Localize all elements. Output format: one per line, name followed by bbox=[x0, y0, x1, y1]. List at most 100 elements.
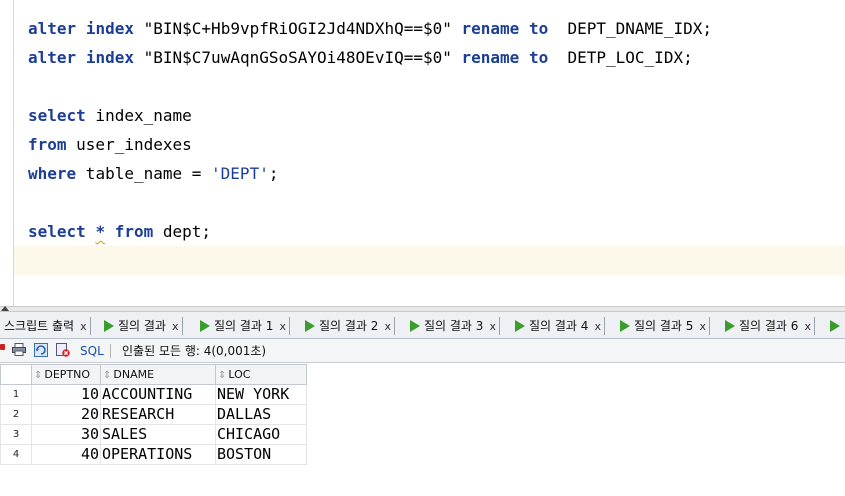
tab-separator bbox=[813, 317, 815, 335]
toolbar-separator bbox=[110, 344, 111, 358]
pin-icon[interactable] bbox=[0, 344, 5, 350]
cell-deptno[interactable]: 20 bbox=[31, 404, 101, 425]
close-icon[interactable]: x bbox=[279, 320, 286, 333]
grid-corner bbox=[0, 364, 32, 385]
play-icon bbox=[620, 319, 630, 332]
target-name: DETP_LOC_IDX; bbox=[567, 48, 693, 67]
keyword: rename bbox=[461, 19, 520, 38]
table-row[interactable]: 1 10 ACCOUNTING NEW YORK bbox=[0, 384, 307, 405]
sql-button[interactable]: SQL bbox=[80, 342, 104, 360]
code-text: index_name bbox=[85, 106, 192, 125]
cell-loc[interactable]: DALLAS bbox=[215, 404, 307, 425]
tab-query-result-2[interactable]: 질의 결과 2 x bbox=[305, 314, 395, 338]
cell-loc[interactable]: BOSTON bbox=[215, 444, 307, 465]
table-row[interactable]: 3 30 SALES CHICAGO bbox=[0, 424, 307, 445]
export-icon[interactable] bbox=[56, 343, 70, 357]
string-literal: 'DEPT' bbox=[211, 164, 269, 183]
column-header-dname[interactable]: ⇕ DNAME bbox=[100, 364, 216, 385]
print-icon[interactable] bbox=[12, 343, 26, 356]
cell-deptno[interactable]: 10 bbox=[31, 384, 101, 405]
tab-separator bbox=[498, 317, 500, 335]
code-line-alter-2[interactable]: alter index "BIN$C7uwAqnGSoSAYOi48OEvIQ=… bbox=[28, 46, 693, 70]
table-row[interactable]: 2 20 RESEARCH DALLAS bbox=[0, 404, 307, 425]
play-icon bbox=[830, 319, 840, 332]
cell-deptno[interactable]: 40 bbox=[31, 444, 101, 465]
refresh-icon[interactable] bbox=[34, 343, 48, 357]
keyword: index bbox=[85, 19, 134, 38]
play-icon bbox=[305, 319, 315, 332]
tab-query-result-5[interactable]: 질의 결과 5 x bbox=[620, 314, 710, 338]
cell-dname[interactable]: ACCOUNTING bbox=[100, 384, 216, 405]
row-number[interactable]: 4 bbox=[0, 444, 32, 465]
tab-label: 질의 결과 5 bbox=[634, 319, 694, 333]
tab-query-result-4[interactable]: 질의 결과 4 x bbox=[515, 314, 605, 338]
tab-label: 스크립트 출력 bbox=[4, 319, 75, 333]
row-number[interactable]: 1 bbox=[0, 384, 32, 405]
code-line-from-1[interactable]: from user_indexes bbox=[28, 133, 192, 157]
close-icon[interactable]: x bbox=[384, 320, 391, 333]
code-text: ; bbox=[268, 164, 279, 183]
tab-separator bbox=[708, 317, 710, 335]
code-line-select-1[interactable]: select index_name bbox=[28, 104, 192, 128]
table-row[interactable]: 4 40 OPERATIONS BOSTON bbox=[0, 444, 307, 465]
row-number[interactable]: 3 bbox=[0, 424, 32, 445]
code-line-where-1[interactable]: where table_name = 'DEPT'; bbox=[28, 162, 278, 186]
tab-script-output[interactable]: 스크립트 출력 x bbox=[4, 314, 91, 338]
keyword: alter bbox=[28, 48, 77, 67]
cell-deptno[interactable]: 30 bbox=[31, 424, 101, 445]
cell-dname[interactable]: OPERATIONS bbox=[100, 444, 216, 465]
fetch-status: 인출된 모든 행: 4(0,001초) bbox=[122, 344, 267, 358]
tab-separator bbox=[393, 317, 395, 335]
tab-label: 질의 결과 1 bbox=[214, 319, 274, 333]
play-icon bbox=[104, 319, 114, 332]
tab-separator bbox=[181, 317, 183, 335]
keyword: where bbox=[28, 164, 77, 183]
cell-dname[interactable]: RESEARCH bbox=[100, 404, 216, 425]
cell-loc[interactable]: NEW YORK bbox=[215, 384, 307, 405]
tab-overflow[interactable] bbox=[830, 314, 844, 338]
play-icon bbox=[410, 319, 420, 332]
tab-label: 질의 결과 2 bbox=[319, 319, 379, 333]
keyword: alter bbox=[28, 19, 77, 38]
column-header-deptno[interactable]: ⇕ DEPTNO bbox=[31, 364, 101, 385]
keyword: to bbox=[528, 48, 549, 67]
code-line-alter-1[interactable]: alter index "BIN$C+Hb9vpfRiOGI2Jd4NDXhQ=… bbox=[28, 17, 712, 41]
close-icon[interactable]: x bbox=[172, 320, 179, 333]
close-icon[interactable]: x bbox=[80, 320, 87, 333]
close-icon[interactable]: x bbox=[489, 320, 496, 333]
keyword: to bbox=[528, 19, 549, 38]
sort-icon[interactable]: ⇕ bbox=[103, 370, 111, 381]
cell-loc[interactable]: CHICAGO bbox=[215, 424, 307, 445]
column-label: DEPTNO bbox=[44, 368, 91, 381]
play-icon bbox=[200, 319, 210, 332]
tab-query-result-1[interactable]: 질의 결과 1 x bbox=[200, 314, 290, 338]
close-icon[interactable]: x bbox=[804, 320, 811, 333]
sort-icon[interactable]: ⇕ bbox=[218, 370, 226, 381]
play-icon bbox=[725, 319, 735, 332]
index-name-literal: "BIN$C7uwAqnGSoSAYOi48OEvIQ==$0" bbox=[143, 48, 452, 67]
tab-label: 질의 결과 bbox=[118, 319, 166, 333]
target-name: DEPT_DNAME_IDX; bbox=[567, 19, 712, 38]
code-text: dept; bbox=[153, 222, 212, 241]
sort-icon[interactable]: ⇕ bbox=[34, 370, 42, 381]
code-line-select-2[interactable]: select * from dept; bbox=[28, 220, 211, 244]
collapse-arrow-icon[interactable] bbox=[1, 306, 9, 311]
tab-label: 질의 결과 3 bbox=[424, 319, 484, 333]
cell-dname[interactable]: SALES bbox=[100, 424, 216, 445]
tab-query-result[interactable]: 질의 결과 x bbox=[104, 314, 183, 338]
index-name-literal: "BIN$C+Hb9vpfRiOGI2Jd4NDXhQ==$0" bbox=[143, 19, 452, 38]
close-icon[interactable]: x bbox=[699, 320, 706, 333]
tab-label: 질의 결과 4 bbox=[529, 319, 589, 333]
result-toolbar: SQL 인출된 모든 행: 4(0,001초) bbox=[0, 339, 845, 363]
tab-separator bbox=[89, 317, 91, 335]
close-icon[interactable]: x bbox=[594, 320, 601, 333]
row-number[interactable]: 2 bbox=[0, 404, 32, 425]
keyword: select bbox=[28, 106, 86, 125]
result-grid[interactable]: ⇕ DEPTNO ⇕ DNAME ⇕ LOC 1 10 ACCOUNTING NEW … bbox=[0, 364, 307, 465]
column-label: LOC bbox=[228, 368, 251, 381]
tab-query-result-6[interactable]: 질의 결과 6 x bbox=[725, 314, 815, 338]
sql-editor[interactable]: alter index "BIN$C+Hb9vpfRiOGI2Jd4NDXhQ=… bbox=[0, 0, 845, 306]
result-tabs: 스크립트 출력 x 질의 결과 x 질의 결과 1 x 질의 결과 2 x 질의 결과 … bbox=[0, 312, 845, 339]
column-header-loc[interactable]: ⇕ LOC bbox=[215, 364, 307, 385]
tab-query-result-3[interactable]: 질의 결과 3 x bbox=[410, 314, 500, 338]
